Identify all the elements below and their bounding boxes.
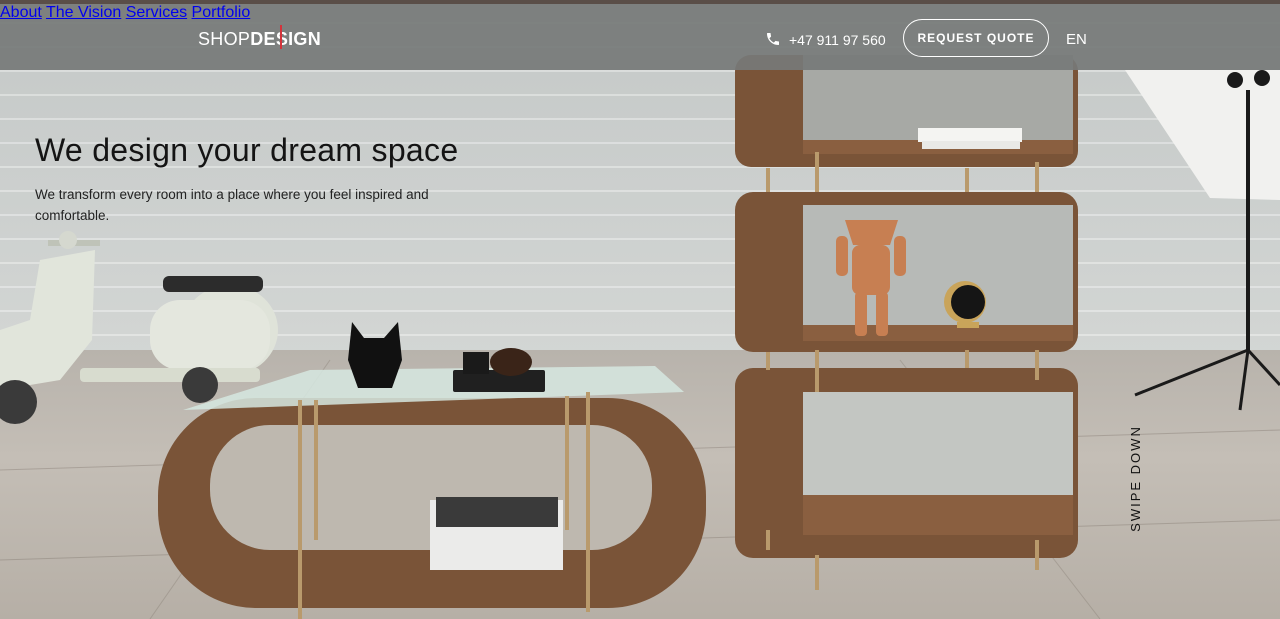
site-logo[interactable]: SHOPDESIGN bbox=[198, 25, 322, 50]
logo-text-shop: SHOP bbox=[198, 29, 251, 49]
swipe-down-label: SWIPE DOWN bbox=[1127, 424, 1143, 532]
logo-accent-mark bbox=[280, 25, 282, 49]
logo-text-design: DESIGN bbox=[250, 29, 322, 49]
language-switcher[interactable]: EN bbox=[1066, 31, 1087, 48]
furniture-scene-image bbox=[0, 55, 1280, 619]
nav-link-the-vision[interactable]: The Vision bbox=[46, 4, 121, 21]
hero-section: SHOPDESIGN About The Vision Services Por… bbox=[0, 0, 1280, 619]
main-navigation: About The Vision Services Portfolio bbox=[0, 4, 1280, 22]
request-quote-button[interactable]: REQUEST QUOTE bbox=[903, 19, 1049, 57]
studio-light-image bbox=[1125, 70, 1280, 411]
wooden-bookshelf-image bbox=[735, 55, 1078, 590]
header-navbar: SHOPDESIGN About The Vision Services Por… bbox=[0, 4, 1280, 70]
nav-link-portfolio[interactable]: Portfolio bbox=[192, 4, 251, 21]
phone-icon bbox=[767, 33, 779, 45]
hero-subtitle: We transform every room into a place whe… bbox=[35, 187, 429, 223]
hero-title: We design your dream space bbox=[35, 132, 459, 168]
nav-link-about[interactable]: About bbox=[0, 4, 42, 21]
phone-number-link[interactable]: +47 911 97 560 bbox=[789, 32, 886, 48]
swipe-down-hint[interactable]: SWIPE DOWN bbox=[1127, 420, 1143, 536]
nav-link-services[interactable]: Services bbox=[126, 4, 187, 21]
